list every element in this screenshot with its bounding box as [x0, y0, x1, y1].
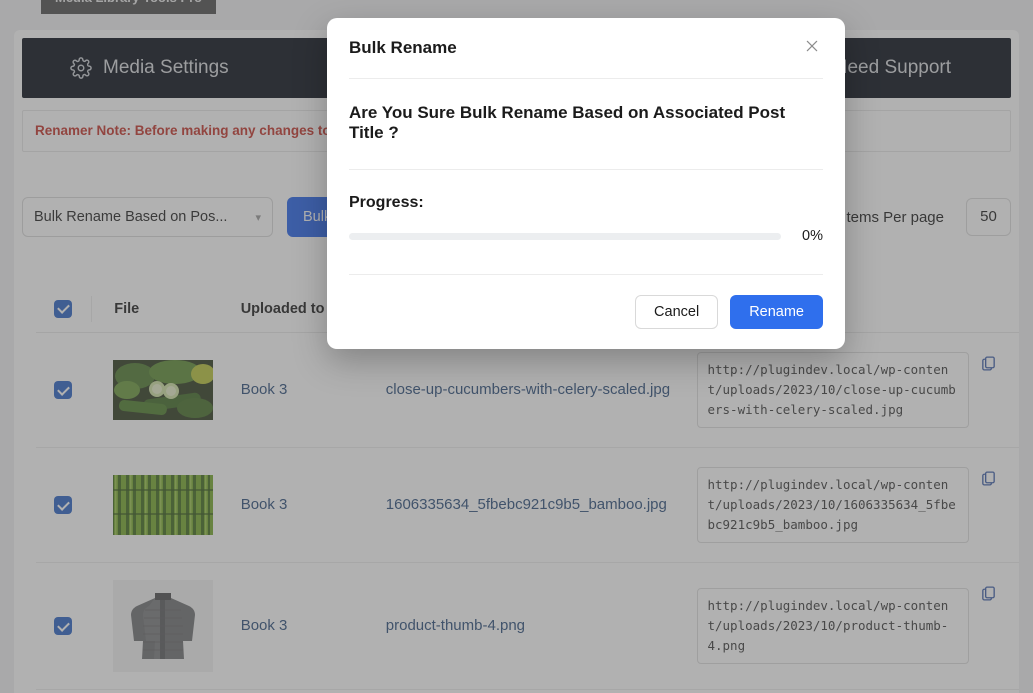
cancel-button[interactable]: Cancel [635, 295, 719, 329]
modal-header: Bulk Rename [349, 18, 823, 78]
modal-title: Bulk Rename [349, 38, 457, 57]
rename-button[interactable]: Rename [730, 295, 823, 329]
bulk-rename-modal: Bulk Rename Are You Sure Bulk Rename Bas… [327, 18, 845, 349]
progress-label: Progress: [349, 194, 424, 211]
modal-question: Are You Sure Bulk Rename Based on Associ… [349, 103, 786, 142]
progress-bar [349, 232, 781, 240]
modal-footer: Cancel Rename [349, 275, 823, 329]
close-icon[interactable] [801, 35, 823, 57]
screen: Media Library Tools Pro Media Settings [0, 0, 1033, 693]
progress-row: 0% [349, 228, 823, 274]
progress-percent: 0% [802, 228, 823, 244]
